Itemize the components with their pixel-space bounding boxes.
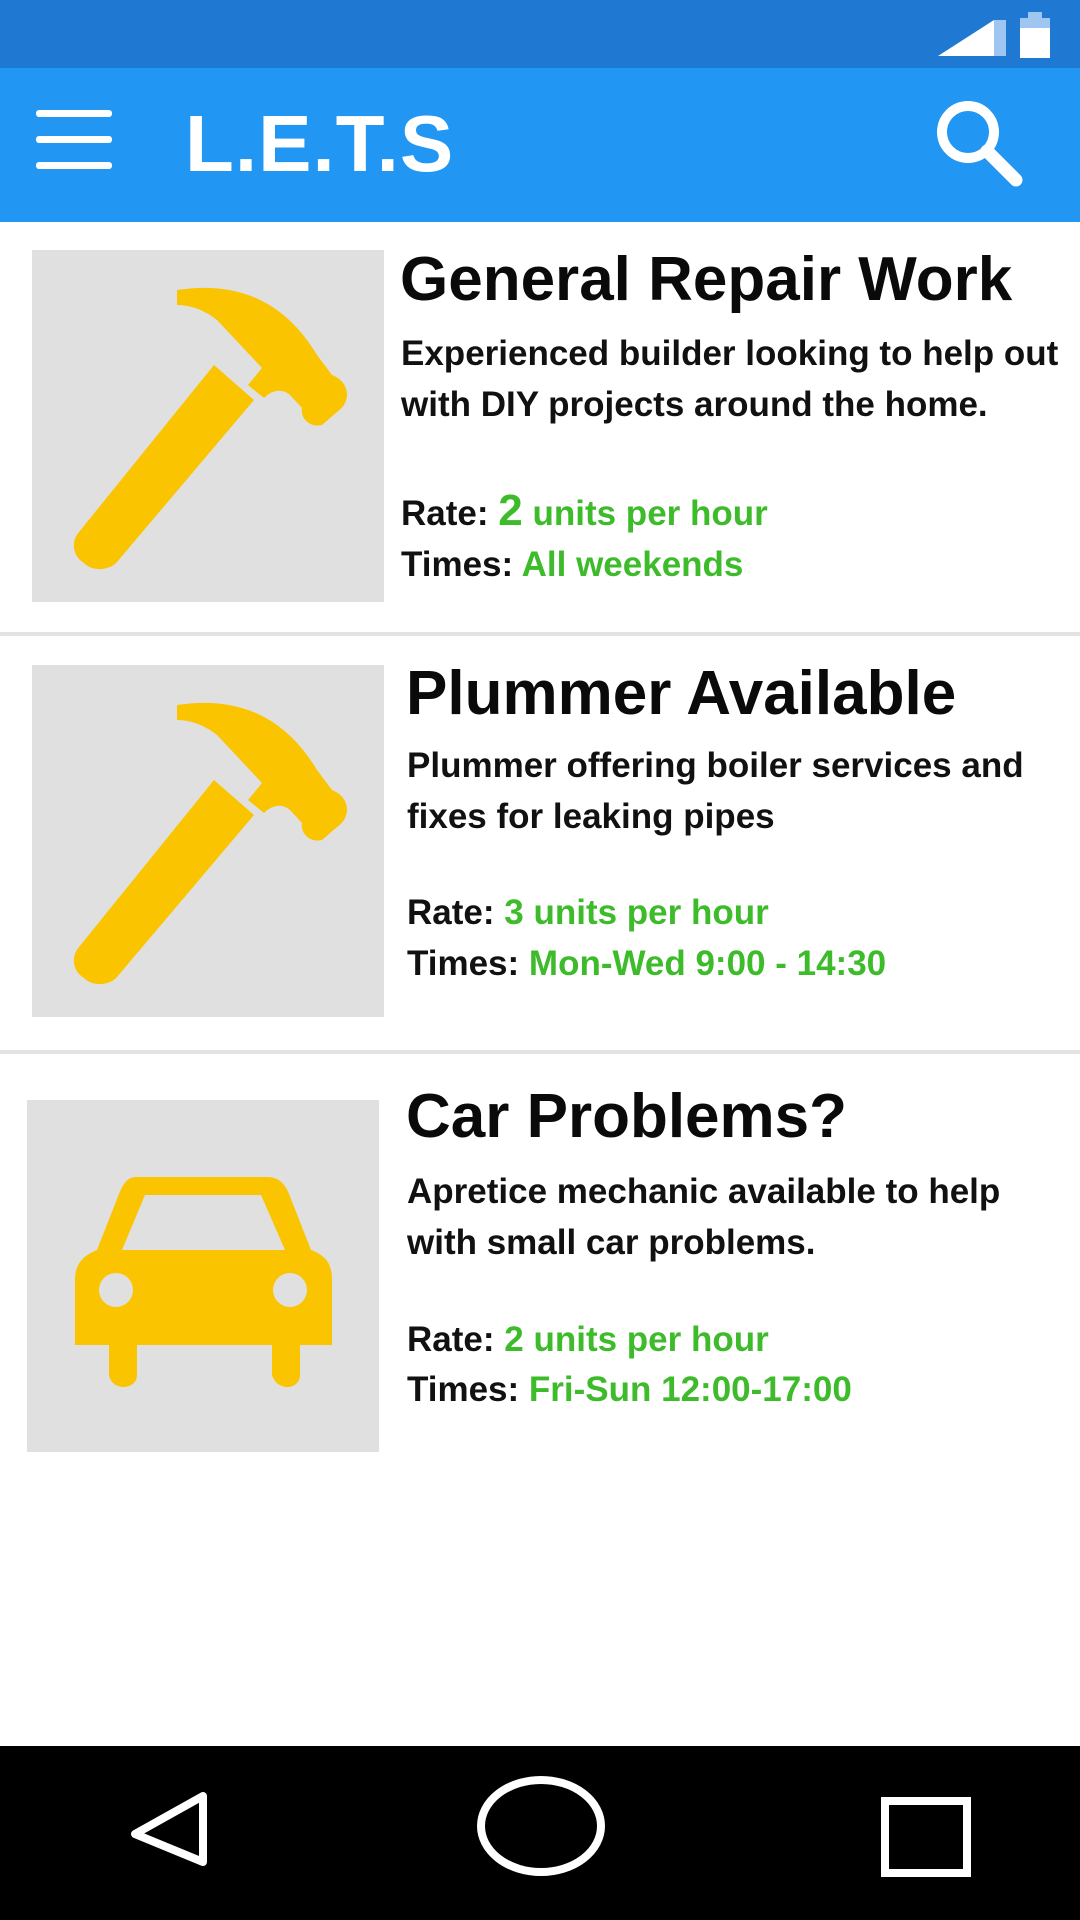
battery-icon bbox=[1020, 12, 1050, 58]
home-circle-icon[interactable] bbox=[474, 1774, 608, 1878]
times-label: Times: bbox=[407, 944, 520, 983]
listing-rate: Rate: 2 units per hour bbox=[407, 1320, 769, 1360]
listing-card[interactable]: Car Problems? Apretice mechanic availabl… bbox=[0, 1054, 1080, 1474]
times-label: Times: bbox=[401, 545, 514, 584]
listing-thumbnail bbox=[32, 250, 384, 602]
listing-description: Apretice mechanic available to help with… bbox=[407, 1172, 1001, 1262]
listing-title: General Repair Work bbox=[400, 245, 1013, 314]
rate-value: 2 units per hour bbox=[504, 1320, 769, 1359]
listing-thumbnail bbox=[32, 665, 384, 1017]
hammer-icon bbox=[73, 702, 348, 985]
listing-times: Times: Fri-Sun 12:00-17:00 bbox=[407, 1370, 852, 1410]
rate-number: 2 bbox=[498, 486, 523, 535]
listing-title: Car Problems? bbox=[406, 1082, 848, 1151]
rate-unit: units per hour bbox=[532, 494, 768, 533]
listing-times: Times: Mon-Wed 9:00 - 14:30 bbox=[407, 944, 886, 984]
app-bar: L.E.T.S bbox=[0, 68, 1080, 222]
listing-times: Times: All weekends bbox=[401, 545, 743, 585]
rate-label: Rate: bbox=[401, 494, 489, 533]
times-value: Fri-Sun 12:00-17:00 bbox=[528, 1370, 852, 1409]
rate-label: Rate: bbox=[407, 893, 495, 932]
car-icon bbox=[75, 1177, 332, 1388]
times-label: Times: bbox=[407, 1370, 520, 1409]
listing-title: Plummer Available bbox=[406, 659, 957, 728]
navigation-bar bbox=[0, 1746, 1080, 1920]
listing-rate: Rate: 3 units per hour bbox=[407, 893, 769, 933]
listing-description: Experienced builder looking to help out … bbox=[401, 334, 1059, 424]
times-value: Mon-Wed 9:00 - 14:30 bbox=[528, 944, 887, 983]
listing-card[interactable]: General Repair Work Experienced builder … bbox=[0, 222, 1080, 632]
times-value: All weekends bbox=[521, 545, 744, 584]
rate-label: Rate: bbox=[407, 1320, 495, 1359]
recents-square-icon[interactable] bbox=[880, 1796, 972, 1878]
listing-card[interactable]: Plummer Available Plummer offering boile… bbox=[0, 636, 1080, 1050]
signal-icon bbox=[938, 20, 1006, 56]
listing-thumbnail bbox=[27, 1100, 379, 1452]
rate-value: 3 units per hour bbox=[504, 893, 769, 932]
app-title: L.E.T.S bbox=[185, 99, 455, 188]
listing-rate: Rate: 2 units per hour bbox=[401, 486, 768, 536]
status-icons bbox=[936, 12, 1052, 58]
hammer-icon bbox=[73, 287, 348, 570]
listing-description: Plummer offering boiler services and fix… bbox=[407, 746, 1024, 836]
hamburger-menu-icon[interactable] bbox=[36, 110, 116, 180]
search-icon[interactable] bbox=[930, 94, 1026, 190]
back-triangle-icon[interactable] bbox=[125, 1790, 211, 1870]
status-bar bbox=[0, 0, 1080, 68]
